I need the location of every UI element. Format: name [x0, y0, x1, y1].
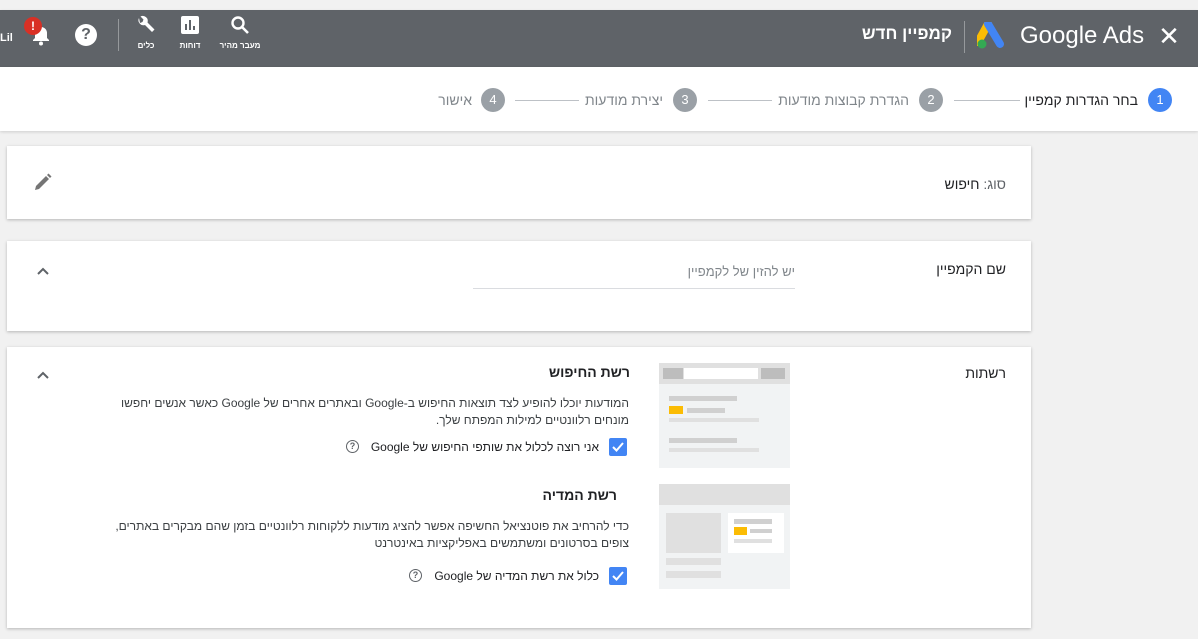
networks-label: רשתות	[965, 365, 1006, 381]
step-3-label[interactable]: יצירת מודעות	[585, 92, 663, 108]
collapse-chevron-icon[interactable]	[36, 264, 50, 278]
help-icon[interactable]: ?	[75, 24, 97, 46]
close-icon[interactable]: ✕	[1157, 23, 1181, 49]
campaign-type-card: סוג: חיפוש	[7, 146, 1031, 219]
step-2-label[interactable]: הגדרת קבוצות מודעות	[778, 92, 909, 108]
tool-label: דוחות	[179, 41, 201, 50]
step-connector	[708, 100, 772, 101]
step-1-number[interactable]: 1	[1148, 88, 1172, 112]
display-network-title: רשת המדיה	[542, 487, 617, 503]
campaign-type-label: סוג:	[983, 176, 1006, 192]
campaign-name-label: שם הקמפיין	[936, 261, 1006, 277]
search-partners-checkbox[interactable]	[609, 438, 627, 456]
alert-badge: !	[24, 17, 42, 35]
checkmark-icon	[612, 571, 624, 581]
page-title: קמפיין חדש	[861, 24, 952, 43]
tools-button[interactable]: כלים	[121, 15, 171, 50]
edit-pencil-icon[interactable]	[33, 172, 53, 192]
step-4-number[interactable]: 4	[481, 88, 505, 112]
tool-label: כלים	[137, 41, 155, 50]
tool-label: מעבר מהיר	[219, 41, 261, 50]
campaign-type-line: סוג: חיפוש	[945, 176, 1007, 192]
search-network-illustration	[659, 363, 790, 468]
campaign-stepper: 1 בחר הגדרות קמפיין 2 הגדרת קבוצות מודעו…	[0, 67, 1198, 131]
collapse-chevron-icon[interactable]	[36, 368, 50, 382]
checkmark-icon	[612, 442, 624, 452]
networks-card: רשתות רשת החיפוש המודעות יוכלו להופיע לצ…	[7, 347, 1031, 628]
search-network-description: המודעות יוכלו להופיע לצד תוצאות החיפוש ב…	[121, 396, 629, 427]
campaign-name-input[interactable]	[473, 255, 795, 289]
campaign-type-value: חיפוש	[944, 176, 980, 192]
display-network-illustration	[659, 484, 790, 589]
tools-divider	[118, 19, 119, 51]
quick-access-button[interactable]: מעבר מהיר	[215, 15, 265, 50]
step-1-label[interactable]: בחר הגדרות קמפיין	[1024, 92, 1138, 108]
search-partners-label[interactable]: אני רוצה לכלול את שותפי החיפוש של Google	[371, 440, 599, 454]
display-network-checkbox[interactable]	[609, 567, 627, 585]
help-question-icon[interactable]: ?	[346, 440, 359, 453]
search-icon	[231, 16, 249, 34]
step-connector	[954, 100, 1020, 101]
step-connector	[515, 100, 579, 101]
google-ads-logo-icon	[977, 22, 1004, 49]
wrench-icon	[138, 15, 155, 32]
top-app-bar: ✕ Google Ads קמפיין חדש מעבר מהיר דוחות …	[0, 10, 1198, 67]
product-name: Google Ads	[1020, 22, 1145, 49]
reports-icon	[181, 16, 199, 34]
help-question-icon[interactable]: ?	[409, 569, 422, 582]
display-network-label[interactable]: כלול את רשת המדיה של Google	[434, 569, 599, 583]
display-network-description: כדי להרחיב את פוטנציאל החשיפה אפשר להציג…	[115, 519, 629, 550]
campaign-name-card: שם הקמפיין	[7, 241, 1031, 331]
reports-button[interactable]: דוחות	[165, 15, 215, 50]
account-name-fragment: Lil	[0, 32, 13, 44]
step-3-number[interactable]: 3	[673, 88, 697, 112]
step-4-label[interactable]: אישור	[438, 92, 472, 108]
search-network-title: רשת החיפוש	[548, 364, 630, 380]
title-divider	[964, 21, 965, 53]
step-2-number[interactable]: 2	[919, 88, 943, 112]
